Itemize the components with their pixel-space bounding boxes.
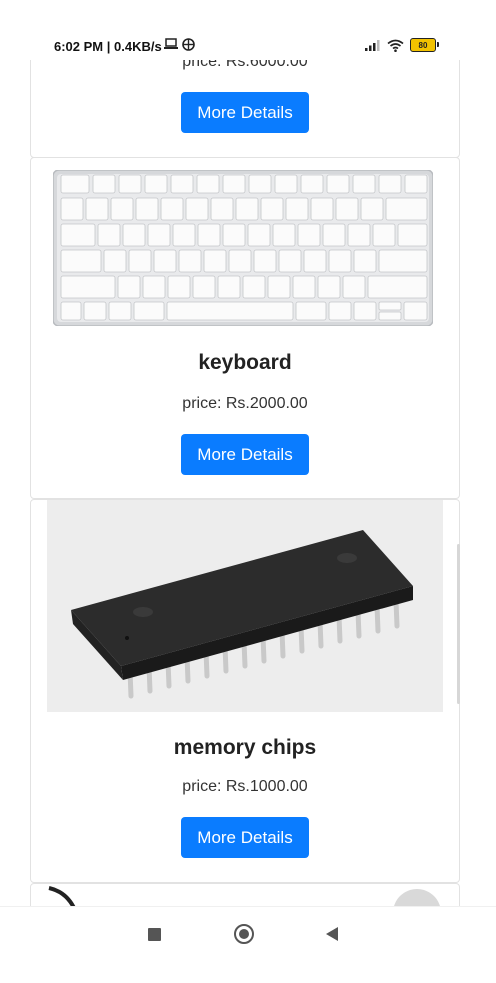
status-bar: 6:02 PM | 0.4KB/s 80 xyxy=(0,0,496,60)
keyboard-image xyxy=(53,170,433,326)
status-notification-icons xyxy=(164,38,195,51)
wifi-icon xyxy=(387,39,404,52)
globe-icon xyxy=(182,38,195,51)
product-title: memory chips xyxy=(173,736,317,759)
recent-apps-icon[interactable] xyxy=(148,928,161,941)
system-nav-bar xyxy=(0,906,496,983)
more-details-button[interactable]: More Details xyxy=(181,92,309,133)
product-list[interactable]: price: Rs.6000.00 More Details keyboard … xyxy=(0,0,496,906)
product-title: keyboard xyxy=(198,351,292,374)
more-details-button[interactable]: More Details xyxy=(181,817,309,858)
product-price: price: Rs.2000.00 xyxy=(182,395,308,412)
back-icon[interactable] xyxy=(326,927,338,941)
memory-chip-image xyxy=(47,500,443,712)
battery-level: 80 xyxy=(418,40,428,50)
laptop-icon xyxy=(164,38,178,49)
product-card: memory chips price: Rs.1000.00 More Deta… xyxy=(30,499,460,883)
product-card: keyboard price: Rs.2000.00 More Details xyxy=(30,157,460,499)
signal-icon xyxy=(365,40,380,51)
home-icon[interactable] xyxy=(234,924,254,944)
status-system-icons: 80 xyxy=(365,38,439,52)
product-price: price: Rs.1000.00 xyxy=(182,778,308,795)
scrollbar[interactable] xyxy=(457,544,460,704)
cable-image xyxy=(48,886,76,906)
more-details-button[interactable]: More Details xyxy=(181,434,309,475)
status-time: 6:02 PM | 0.4KB/s xyxy=(54,39,162,54)
battery-icon: 80 xyxy=(410,38,439,52)
